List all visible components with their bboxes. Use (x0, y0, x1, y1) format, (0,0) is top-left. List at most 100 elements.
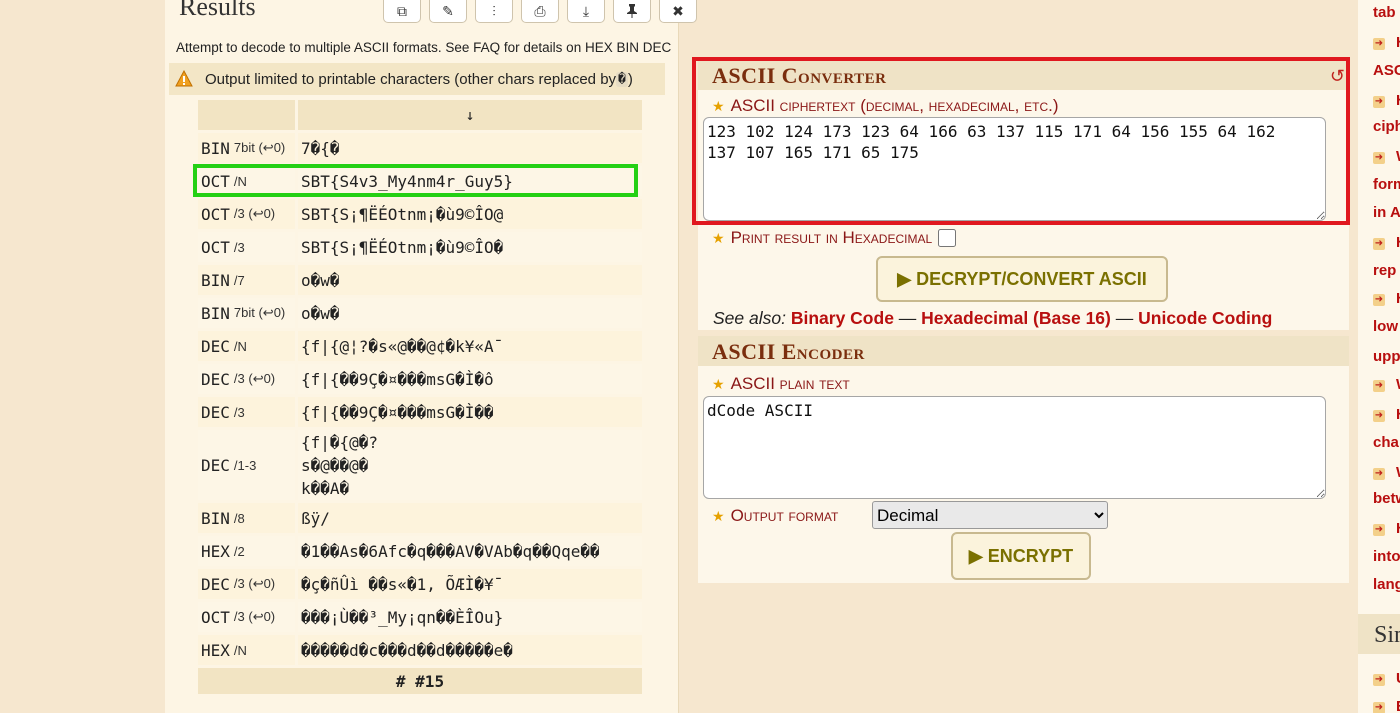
row-decoded-value[interactable]: �ç�ñÛì ��s«�1, ÕÆÌ�¥¯ (298, 569, 642, 599)
star-icon: ★ (712, 97, 725, 114)
format-name: DEC (201, 402, 230, 422)
warning-end: ) (627, 70, 633, 88)
format-variant: /3 (↩0) (233, 206, 276, 221)
sidebar-link[interactable]: ciph (1373, 118, 1400, 135)
row-format-label: BIN 7bit (↩0) (198, 298, 295, 328)
sidebar-link[interactable]: cha (1373, 434, 1399, 451)
row-format-label: DEC/1-3 (198, 430, 295, 500)
link-hexadecimal[interactable]: Hexadecimal (Base 16) (921, 308, 1111, 328)
format-name: BIN (201, 138, 230, 158)
format-variant: /2 (233, 543, 245, 559)
results-rows: BIN 7bit (↩0) 7�{� OCT/N SBT{S4v3_My4nm4r_Gu… (193, 133, 642, 665)
format-variant: /3 (↩0) (233, 609, 276, 624)
sidebar-link[interactable]: H (1396, 234, 1400, 251)
results-toolbar: ⧉ ✎ ⫶ ⎙ ⤓ ✖ (383, 0, 697, 24)
sidebar-link[interactable]: tab (1373, 4, 1396, 21)
row-decoded-value[interactable]: o�w� (298, 298, 642, 328)
format-variant: /3 (↩0) (233, 371, 276, 386)
sidebar-link[interactable]: in A (1373, 204, 1400, 221)
row-decoded-value[interactable]: {f|{��9Ç�¤���msG�Ì�ô (298, 364, 642, 394)
row-decoded-value[interactable]: {f|{@¦?�s«@��@¢�k¥«A¯ (298, 331, 642, 361)
arrow-icon: ➜ (1373, 380, 1385, 392)
see-also-label: See also: (713, 308, 786, 328)
ciphertext-label-row: ★ ASCII ciphertext (decimal, hexadecimal… (712, 96, 1059, 116)
sidebar-link[interactable]: H (1396, 92, 1400, 109)
header-blank (198, 100, 295, 130)
format-name: OCT (201, 204, 230, 224)
arrow-icon: ➜ (1373, 96, 1385, 108)
link-binary-code[interactable]: Binary Code (791, 308, 894, 328)
table-row: OCT/3 SBT{S¡¶ËÉOtnm¡�ù9©ÎO� (198, 232, 642, 262)
sort-arrow-icon[interactable]: ↓ (298, 100, 642, 130)
output-format-select[interactable]: Decimal (872, 501, 1108, 529)
format-variant: /3 (233, 404, 245, 420)
ciphertext-input[interactable]: 123 102 124 173 123 64 166 63 137 115 17… (703, 117, 1326, 221)
print-icon[interactable]: ⎙ (521, 0, 559, 23)
sidebar-link[interactable]: U (1396, 670, 1400, 687)
format-variant: /1-3 (233, 457, 257, 473)
sidebar-link[interactable]: W (1396, 464, 1400, 481)
format-variant: /N (233, 338, 247, 354)
sidebar-link[interactable]: H (1396, 34, 1400, 51)
columns-icon[interactable]: ⫶ (475, 0, 513, 23)
hex-checkbox[interactable] (938, 229, 957, 247)
row-decoded-value[interactable]: ���¡Ù��³_My¡qn��ÈÎOu} (298, 602, 642, 632)
close-icon[interactable]: ✖ (659, 0, 697, 23)
sidebar-link[interactable]: into (1373, 548, 1400, 565)
format-name: BIN (201, 508, 230, 528)
sidebar-link[interactable]: W (1396, 148, 1400, 165)
row-format-label: HEX/2 (198, 536, 295, 566)
table-row: HEX/2 �1��As�6Afc�q���AV�VAb�q��Qqe�� (198, 536, 642, 566)
reset-icon[interactable]: ↺ (1330, 66, 1345, 87)
row-decoded-value[interactable]: SBT{S¡¶ËÉOtnm¡�ù9©ÎO@ (298, 199, 642, 229)
sidebar-link[interactable]: lang (1373, 576, 1400, 593)
table-row: BIN/8 ßÿ/ (198, 503, 642, 533)
row-decoded-value[interactable]: SBT{S4v3_My4nm4r_Guy5} (298, 166, 642, 196)
decode-note: Attempt to decode to multiple ASCII form… (176, 40, 672, 55)
row-decoded-value[interactable]: �����d�c���d��d�����e� (298, 635, 642, 665)
sidebar-link[interactable]: upp (1373, 348, 1400, 365)
row-decoded-value[interactable]: ßÿ/ (298, 503, 642, 533)
sidebar-link[interactable]: H (1396, 406, 1400, 423)
arrow-icon: ➜ (1373, 152, 1385, 164)
format-name: OCT (201, 607, 230, 627)
arrow-icon: ➜ (1373, 702, 1385, 713)
row-decoded-value[interactable]: {f|{��9Ç�¤���msG�Ì�� (298, 397, 642, 427)
encrypt-button[interactable]: ▶ ENCRYPT (951, 532, 1091, 580)
arrow-icon: ➜ (1373, 468, 1385, 480)
sidebar-link[interactable]: H (1396, 290, 1400, 307)
plaintext-label: ASCII plain text (730, 374, 850, 393)
arrow-icon: ➜ (1373, 674, 1385, 686)
sidebar-link[interactable]: H (1396, 520, 1400, 537)
row-decoded-value[interactable]: {f|�{@�? s�@��@� k��A� (298, 430, 642, 500)
row-format-label: DEC/3 (198, 397, 295, 427)
sidebar-link[interactable]: rep (1373, 262, 1396, 279)
arrow-icon: ➜ (1373, 524, 1385, 536)
pin-icon[interactable] (613, 0, 651, 23)
row-decoded-value[interactable]: SBT{S¡¶ËÉOtnm¡�ù9©ÎO� (298, 232, 642, 262)
format-name: OCT (201, 237, 230, 257)
format-name: DEC (201, 455, 230, 475)
download-icon[interactable]: ⤓ (567, 0, 605, 23)
format-name: OCT (201, 171, 230, 191)
sidebar-link[interactable]: W (1396, 376, 1400, 393)
row-decoded-value[interactable]: 7�{� (298, 133, 642, 163)
arrow-icon: ➜ (1373, 38, 1385, 50)
encoder-title: ASCII Encoder (698, 336, 1349, 366)
clear-icon[interactable]: ✎ (429, 0, 467, 23)
sidebar-link[interactable]: low (1373, 318, 1398, 335)
sidebar-link[interactable]: ASC (1373, 62, 1400, 79)
table-row: OCT/N SBT{S4v3_My4nm4r_Guy5} (193, 164, 642, 197)
decrypt-button[interactable]: ▶ DECRYPT/CONVERT ASCII (876, 256, 1168, 302)
link-unicode-coding[interactable]: Unicode Coding (1138, 308, 1272, 328)
sidebar-link[interactable]: form (1373, 176, 1400, 193)
row-decoded-value[interactable]: �1��As�6Afc�q���AV�VAb�q��Qqe�� (298, 536, 642, 566)
copy-icon[interactable]: ⧉ (383, 0, 421, 23)
table-row: OCT/3 (↩0) ���¡Ù��³_My¡qn��ÈÎOu} (198, 602, 642, 632)
plaintext-input[interactable]: dCode ASCII (703, 396, 1326, 499)
format-name: DEC (201, 336, 230, 356)
row-decoded-value[interactable]: o�w� (298, 265, 642, 295)
sidebar-link[interactable]: betw (1373, 490, 1400, 507)
ciphertext-label: ASCII ciphertext (decimal, hexadecimal, … (730, 96, 1059, 115)
sidebar-link[interactable]: E (1396, 698, 1400, 713)
